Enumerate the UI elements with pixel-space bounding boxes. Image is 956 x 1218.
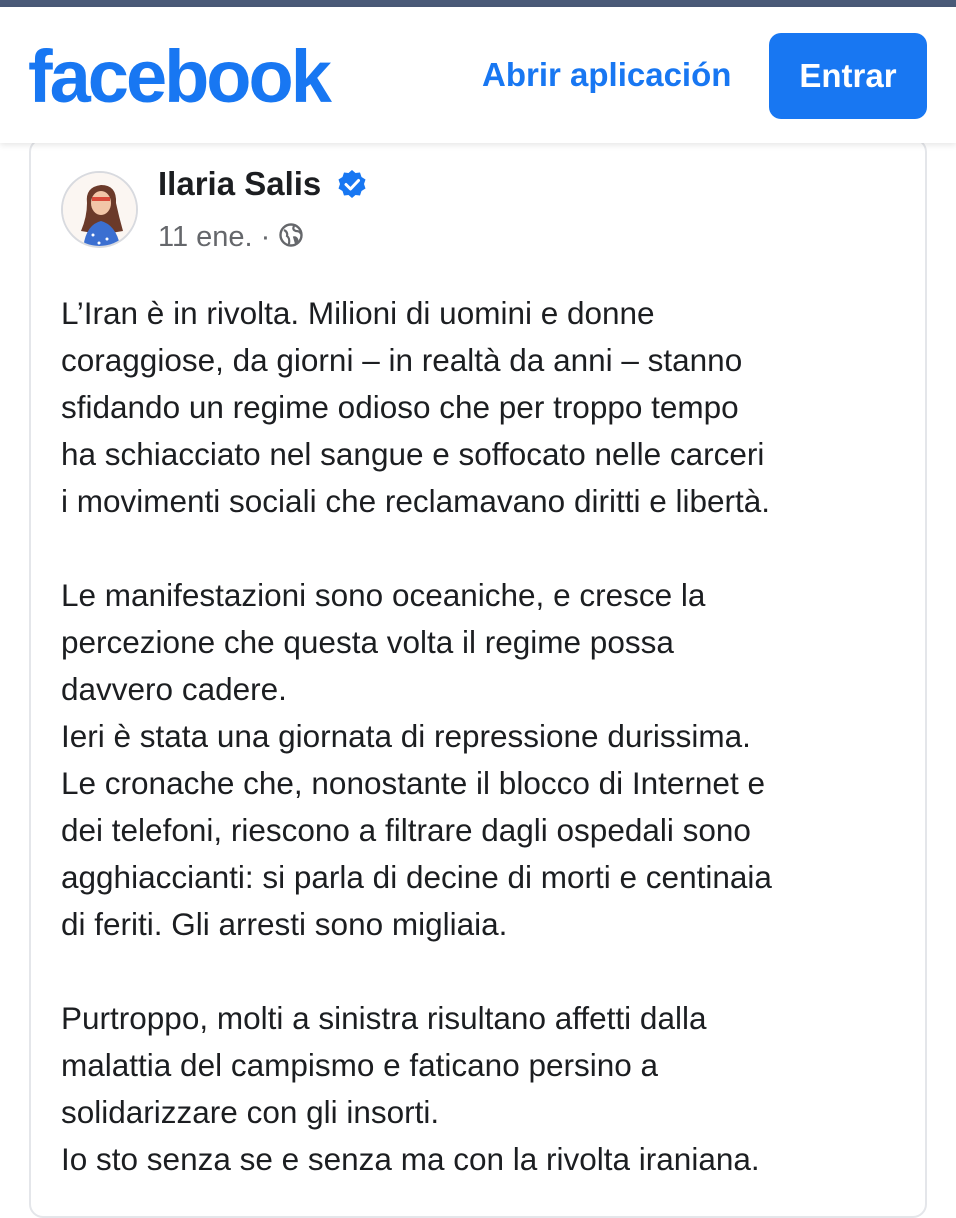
login-button[interactable]: Entrar bbox=[769, 33, 927, 119]
post-paragraph-1: L’Iran è in rivolta. Milioni di uomini e… bbox=[61, 290, 921, 525]
text-line: coraggiose, da giorni – in realtà da ann… bbox=[61, 342, 743, 378]
text-line: Le cronache che, nonostante il blocco di… bbox=[61, 765, 765, 801]
text-line: percezione che questa volta il regime po… bbox=[61, 624, 674, 660]
open-app-link[interactable]: Abrir aplicación bbox=[482, 55, 731, 95]
text-line: Purtroppo, molti a sinistra risultano af… bbox=[61, 1000, 707, 1036]
text-line: Le manifestazioni sono oceaniche, e cres… bbox=[61, 577, 706, 613]
text-line: sfidando un regime odioso che per troppo… bbox=[61, 389, 739, 425]
text-line: ha schiacciato nel sangue e soffocato ne… bbox=[61, 436, 765, 472]
text-line: solidarizzare con gli insorti. bbox=[61, 1094, 440, 1130]
post-body: L’Iran è in rivolta. Milioni di uomini e… bbox=[61, 290, 921, 1183]
post-meta: 11 ene. · bbox=[158, 220, 304, 254]
text-line: i movimenti sociali che reclamavano diri… bbox=[61, 483, 771, 519]
author-name[interactable]: Ilaria Salis bbox=[158, 165, 321, 203]
text-line: Io sto senza se e senza ma con la rivolt… bbox=[61, 1141, 760, 1177]
text-line: agghiaccianti: si parla di decine di mor… bbox=[61, 859, 772, 895]
text-line: dei telefoni, riescono a filtrare dagli … bbox=[61, 812, 751, 848]
post-date[interactable]: 11 ene. bbox=[158, 220, 253, 254]
avatar[interactable] bbox=[61, 171, 138, 248]
verified-badge-icon bbox=[338, 170, 366, 198]
meta-separator: · bbox=[260, 221, 271, 253]
facebook-logo[interactable]: facebook bbox=[28, 37, 332, 117]
top-accent-line bbox=[0, 0, 956, 7]
header-bar: facebook Abrir aplicación Entrar bbox=[0, 7, 956, 143]
text-line: di feriti. Gli arresti sono migliaia. bbox=[61, 906, 508, 942]
text-line: malattia del campismo e faticano persino… bbox=[61, 1047, 659, 1083]
text-line: Ieri è stata una giornata di repressione… bbox=[61, 718, 751, 754]
text-line: davvero cadere. bbox=[61, 671, 287, 707]
post-paragraph-2: Le manifestazioni sono oceaniche, e cres… bbox=[61, 572, 921, 948]
text-line: L’Iran è in rivolta. Milioni di uomini e… bbox=[61, 295, 655, 331]
post-paragraph-3: Purtroppo, molti a sinistra risultano af… bbox=[61, 995, 921, 1183]
globe-icon bbox=[279, 223, 303, 247]
